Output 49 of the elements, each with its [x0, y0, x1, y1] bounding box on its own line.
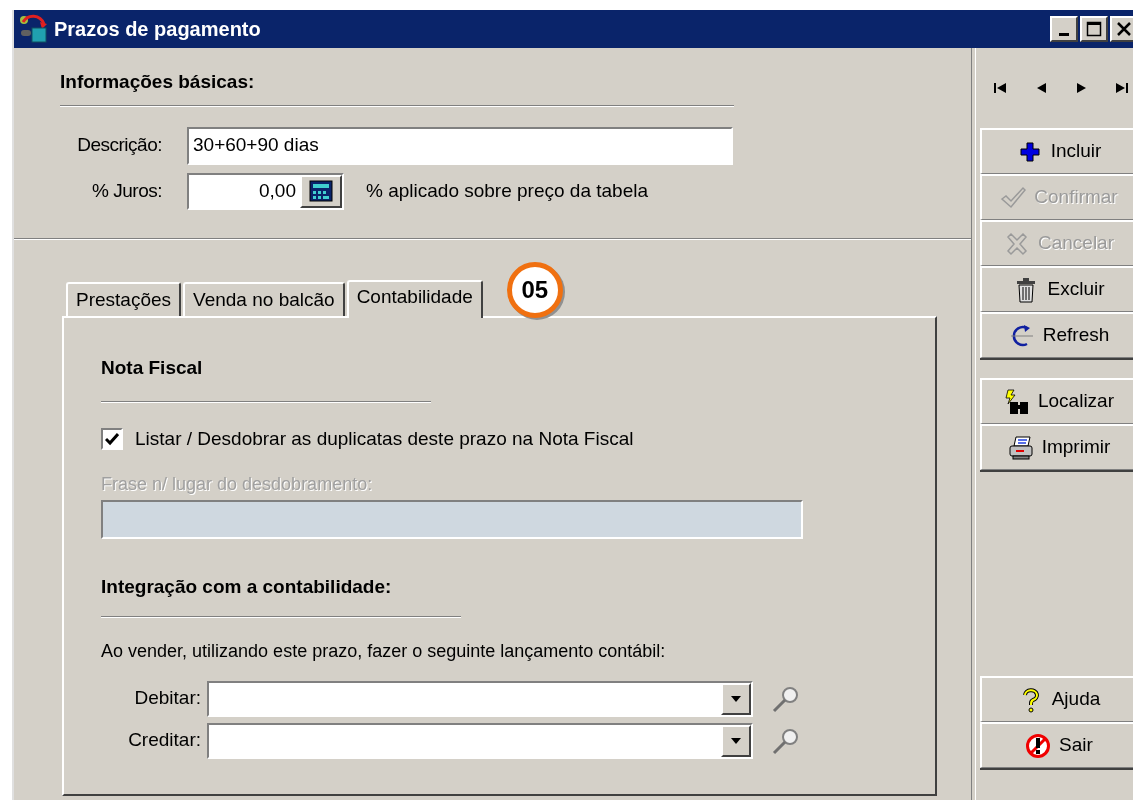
field-label: % Juros: [91, 178, 162, 203]
toolbar-button[interactable]: Sair [980, 722, 1133, 768]
caret-icon [730, 694, 742, 703]
caret-icon [730, 736, 742, 745]
section-heading: Informações básicas: [60, 70, 256, 94]
instruction-text: Ao vender, utilizando este prazo, fazer o seguinte lançamento contábil: [101, 639, 667, 663]
minimize-button[interactable] [1050, 16, 1078, 42]
description-field[interactable]: 30+60+90 dias [187, 126, 733, 165]
checkmark-icon [1000, 184, 1027, 211]
binoculars-icon [1003, 388, 1030, 415]
field-label: Debitar: [133, 686, 201, 711]
tab[interactable]: Contabilidade [346, 280, 483, 318]
account-dropdown[interactable] [207, 680, 753, 717]
toolbar-button[interactable]: Localizar [980, 378, 1133, 424]
checkbox-label: Listar / Desdobrar as duplicatas deste prazo na Nota Fiscal [135, 426, 634, 451]
close-icon [1116, 21, 1132, 37]
checkmark-icon [105, 431, 119, 446]
callout-badge: 05 [506, 262, 563, 318]
interest-field[interactable]: 0,00 [187, 172, 344, 210]
toolbar-button[interactable]: Ajuda [980, 676, 1133, 722]
checkbox[interactable] [101, 427, 123, 450]
printer-icon [1007, 434, 1034, 461]
section-heading: Nota Fiscal [101, 356, 204, 380]
toolbar-button[interactable]: Refresh [980, 312, 1133, 358]
section-heading: Integração com a contabilidade: [101, 575, 393, 599]
close-button[interactable] [1110, 16, 1133, 42]
window-title: Prazos de pagamento [54, 17, 261, 42]
calculator-button[interactable] [300, 174, 342, 208]
account-dropdown[interactable] [207, 722, 753, 759]
field-label: Creditar: [127, 728, 201, 753]
phrase-field[interactable] [101, 500, 803, 539]
skip-arrow-icon [1113, 80, 1130, 96]
calculator-icon [309, 180, 333, 202]
minimize-icon [1059, 32, 1069, 36]
field-label: Descrição: [76, 133, 162, 158]
maximize-button[interactable] [1080, 16, 1108, 42]
dropdown-button[interactable] [721, 682, 751, 715]
toolbar-button[interactable]: Excluir [980, 266, 1133, 312]
field-value: 0,00 [258, 178, 297, 203]
tab[interactable]: Prestações [66, 282, 182, 316]
maximize-icon [1086, 21, 1102, 37]
field-note: % aplicado sobre preço da tabela [366, 178, 649, 203]
skip-arrow-icon [992, 80, 1008, 96]
toolbar-button[interactable]: Incluir [980, 128, 1133, 174]
prohibited-icon [1025, 732, 1052, 759]
dropdown-button[interactable] [721, 724, 751, 757]
refresh-icon [1008, 322, 1035, 349]
toolbar-button[interactable]: Imprimir [980, 424, 1133, 470]
tab[interactable]: Venda no balcão [183, 282, 345, 316]
